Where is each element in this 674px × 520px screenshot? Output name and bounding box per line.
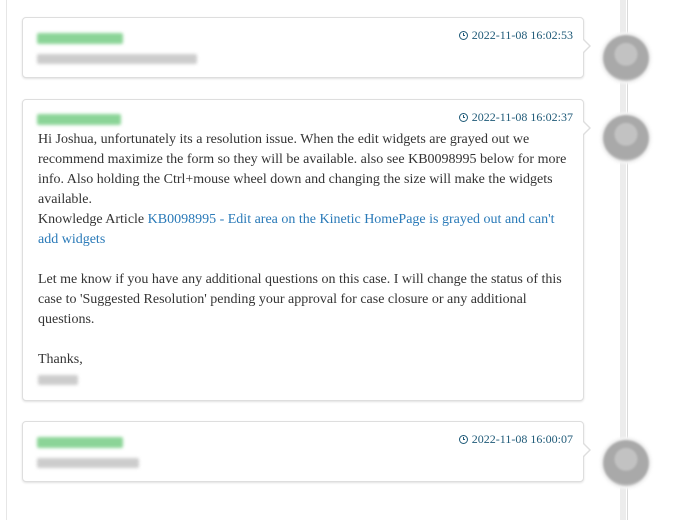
- author-name-redacted: [37, 114, 121, 125]
- activity-entry-1: 2022-11-08 16:02:53: [22, 17, 591, 78]
- comment-body: Hi Joshua, unfortunately its a resolutio…: [38, 130, 573, 370]
- left-border: [6, 0, 7, 520]
- avatar: [603, 35, 649, 81]
- summary-redacted: [37, 458, 139, 468]
- signature-redacted: [38, 375, 78, 385]
- clock-icon: [458, 31, 468, 40]
- clock-icon: [458, 435, 468, 444]
- knowledge-article-line: Knowledge Article KB0098995 - Edit area …: [38, 210, 573, 250]
- activity-entry-2: 2022-11-08 16:02:37 Hi Joshua, unfortuna…: [22, 99, 591, 401]
- avatar: [603, 440, 649, 486]
- signoff: Thanks,: [38, 352, 83, 367]
- timestamp: 2022-11-08 16:02:37: [458, 110, 573, 125]
- card-pointer: [582, 120, 591, 136]
- clock-icon: [458, 113, 468, 122]
- timestamp-text: 2022-11-08 16:00:07: [471, 432, 573, 446]
- comment-paragraph-2: Let me know if you have any additional q…: [38, 272, 562, 327]
- kb-prefix: Knowledge Article: [38, 212, 148, 227]
- author-name-redacted: [37, 33, 123, 44]
- timestamp: 2022-11-08 16:00:07: [458, 432, 573, 447]
- comment-paragraph-1: Hi Joshua, unfortunately its a resolutio…: [38, 132, 567, 207]
- timestamp-text: 2022-11-08 16:02:53: [471, 28, 573, 42]
- activity-entry-3: 2022-11-08 16:00:07: [22, 421, 591, 482]
- summary-redacted: [37, 54, 197, 64]
- avatar: [603, 115, 649, 161]
- timestamp-text: 2022-11-08 16:02:37: [471, 110, 573, 124]
- card-pointer: [582, 442, 591, 458]
- author-name-redacted: [37, 437, 123, 448]
- timestamp: 2022-11-08 16:02:53: [458, 28, 573, 43]
- card-pointer: [582, 38, 591, 54]
